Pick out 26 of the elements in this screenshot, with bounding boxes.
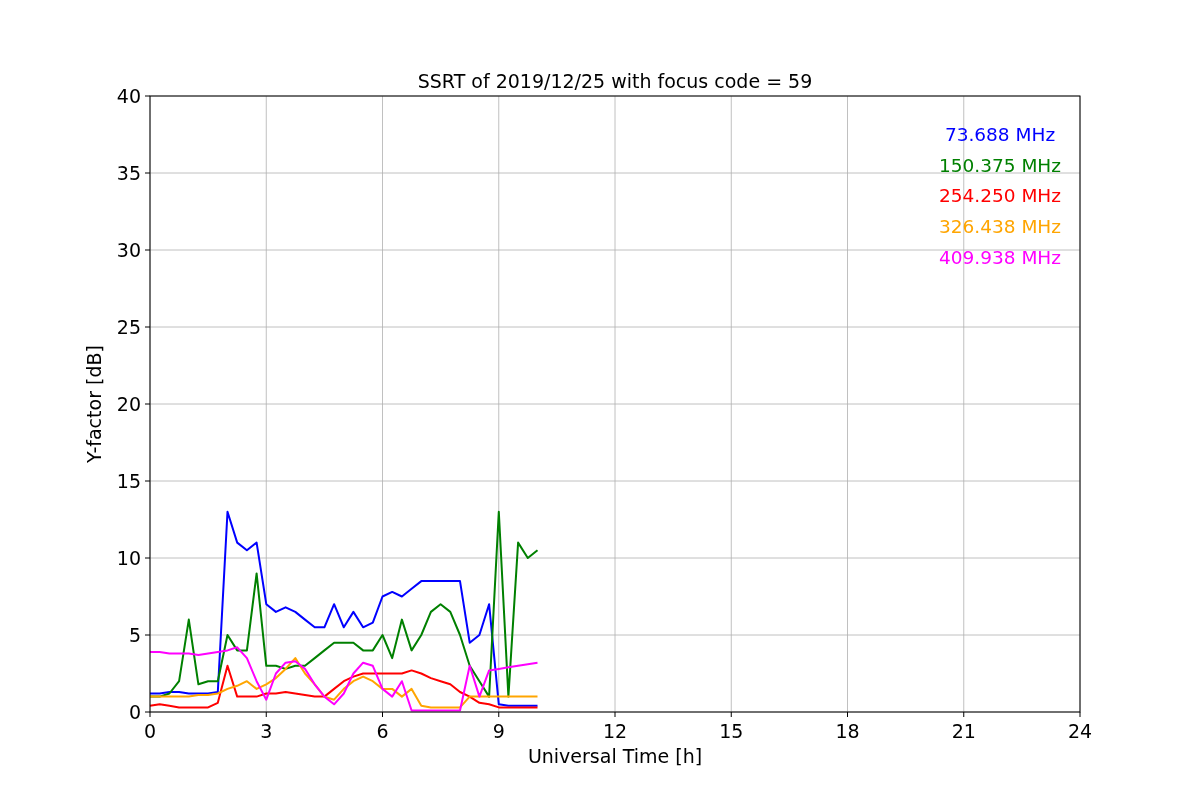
y-tick-label: 30 [116,239,141,261]
legend-label: 150.375 MHz [939,154,1061,176]
y-tick-label: 35 [116,162,141,184]
x-tick-label: 9 [492,720,505,742]
y-axis-label: Y-factor [dB] [83,345,105,463]
x-axis-label: Universal Time [h] [527,745,703,767]
x-tick-label: 18 [835,720,860,742]
chart-title: SSRT of 2019/12/25 with focus code = 59 [417,70,813,92]
x-tick-label: 24 [1067,720,1093,742]
x-tick-label: 6 [376,720,389,742]
y-tick-label: 40 [116,85,141,107]
x-tick-label: 12 [602,720,628,742]
x-tick-label: 21 [951,720,976,742]
legend-label: 254.250 MHz [939,185,1061,207]
y-tick-label: 5 [128,624,141,646]
x-tick-label: 0 [143,720,157,742]
legend-label: 326.438 MHz [939,216,1061,238]
y-tick-label: 25 [116,316,141,338]
legend-label: 73.688 MHz [944,124,1056,145]
y-tick-label: 0 [128,701,141,723]
x-tick-label: 15 [719,720,744,742]
x-tick-label: 3 [260,720,273,742]
y-tick-label: 15 [116,470,141,492]
y-tick-label: 10 [116,547,141,569]
y-tick-label: 20 [116,393,141,415]
legend-label: 409.938 MHz [939,246,1061,268]
